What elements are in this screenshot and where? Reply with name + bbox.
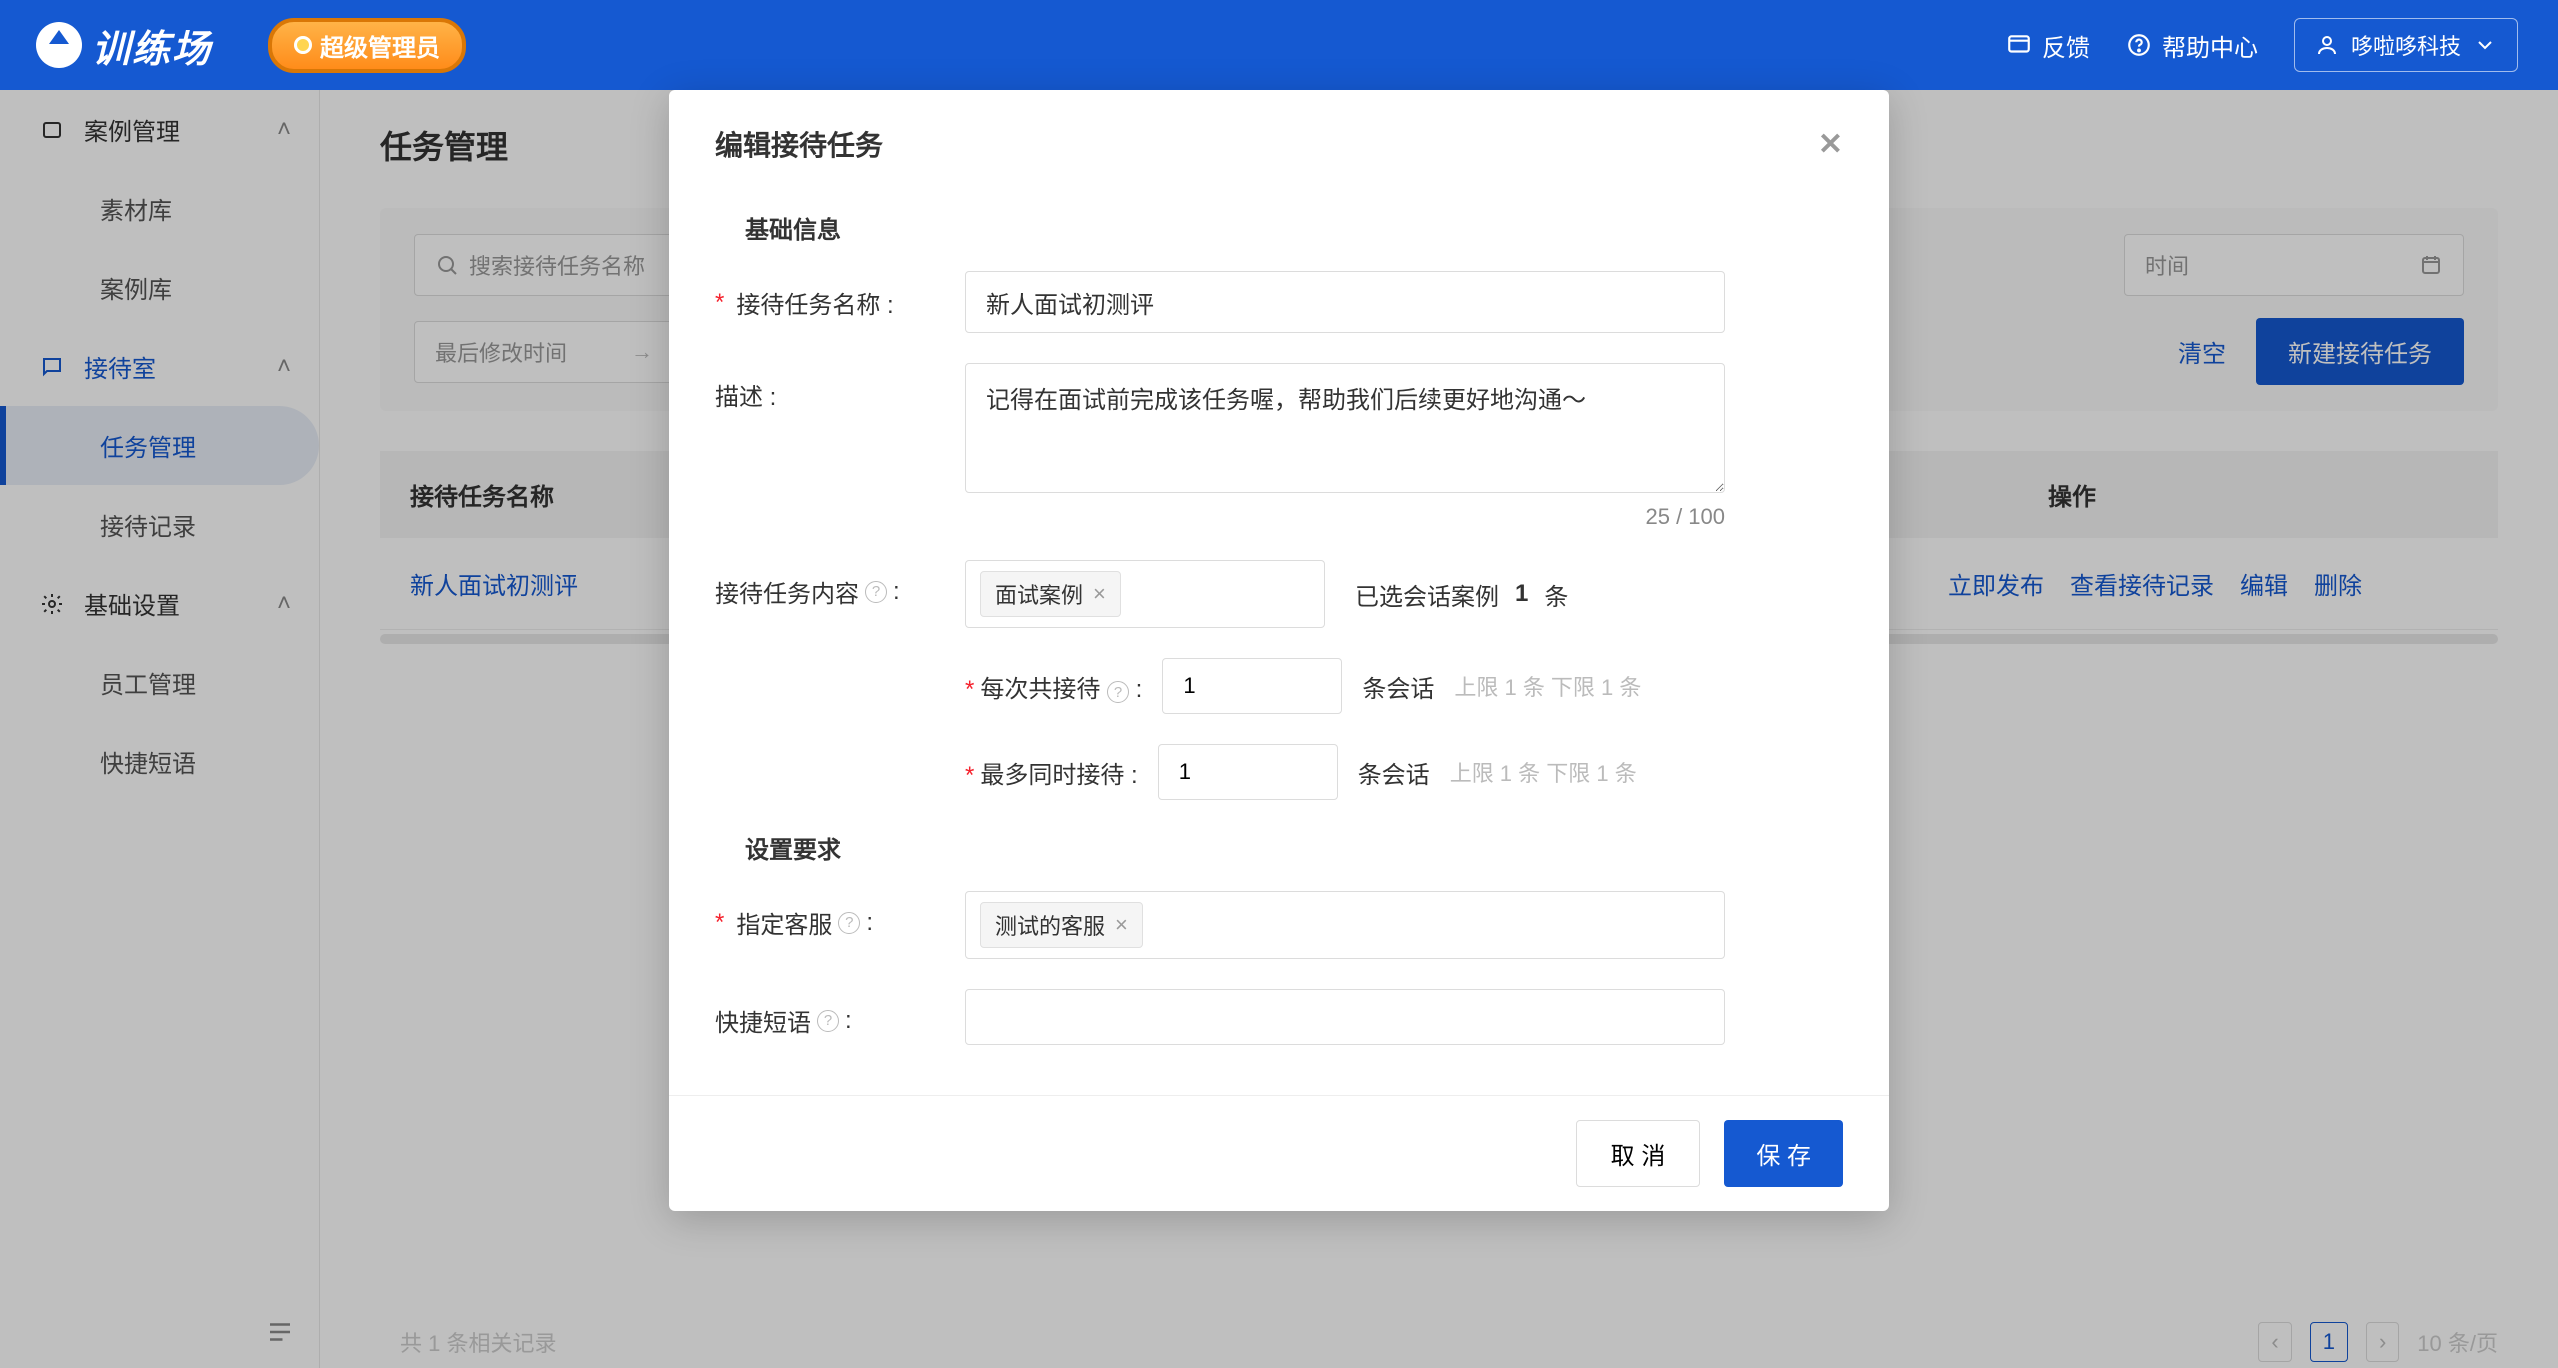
help-icon[interactable]: ? — [838, 912, 860, 934]
cancel-button[interactable]: 取 消 — [1576, 1120, 1701, 1187]
header-actions: 反馈 帮助中心 哆啦哆科技 — [2006, 18, 2518, 72]
section-basic-title: 基础信息 — [745, 210, 1843, 245]
logo-icon — [36, 22, 82, 68]
agent-select[interactable]: 测试的客服 × — [965, 891, 1725, 959]
logo[interactable]: 训练场 — [36, 18, 212, 73]
help-icon[interactable]: ? — [817, 1010, 839, 1032]
quick-phrase-select[interactable] — [965, 989, 1725, 1045]
tag-remove-icon[interactable]: × — [1115, 912, 1128, 938]
super-admin-badge: 超级管理员 — [268, 18, 466, 73]
content-tag: 面试案例 × — [980, 571, 1121, 617]
chevron-down-icon — [2473, 33, 2497, 57]
save-button[interactable]: 保 存 — [1724, 1120, 1843, 1187]
feedback-link[interactable]: 反馈 — [2006, 28, 2090, 63]
help-link[interactable]: 帮助中心 — [2126, 28, 2258, 63]
app-header: 训练场 超级管理员 反馈 帮助中心 哆啦哆科技 — [0, 0, 2558, 90]
help-icon[interactable]: ? — [1107, 681, 1129, 703]
task-desc-textarea[interactable] — [965, 363, 1725, 493]
char-count: 25 / 100 — [965, 504, 1725, 530]
per-time-input[interactable] — [1162, 658, 1342, 714]
help-icon[interactable]: ? — [865, 581, 887, 603]
agent-tag: 测试的客服 × — [980, 902, 1143, 948]
per-time-hint: 上限 1 条 下限 1 条 — [1454, 670, 1641, 702]
user-menu[interactable]: 哆啦哆科技 — [2294, 18, 2518, 72]
max-concurrent-input[interactable] — [1158, 744, 1338, 800]
tag-remove-icon[interactable]: × — [1093, 581, 1106, 607]
user-icon — [2315, 33, 2339, 57]
close-icon[interactable]: ✕ — [1818, 127, 1843, 162]
max-hint: 上限 1 条 下限 1 条 — [1450, 756, 1637, 788]
modal-title: 编辑接待任务 — [715, 124, 883, 164]
task-name-input[interactable] — [965, 271, 1725, 333]
logo-text: 训练场 — [92, 18, 212, 73]
content-select[interactable]: 面试案例 × — [965, 560, 1325, 628]
edit-task-modal: 编辑接待任务 ✕ 基础信息 *接待任务名称 : 描述 : 25 / 100 接待… — [669, 90, 1889, 1211]
help-icon — [2126, 32, 2152, 58]
section-req-title: 设置要求 — [745, 830, 1843, 865]
feedback-icon — [2006, 32, 2032, 58]
